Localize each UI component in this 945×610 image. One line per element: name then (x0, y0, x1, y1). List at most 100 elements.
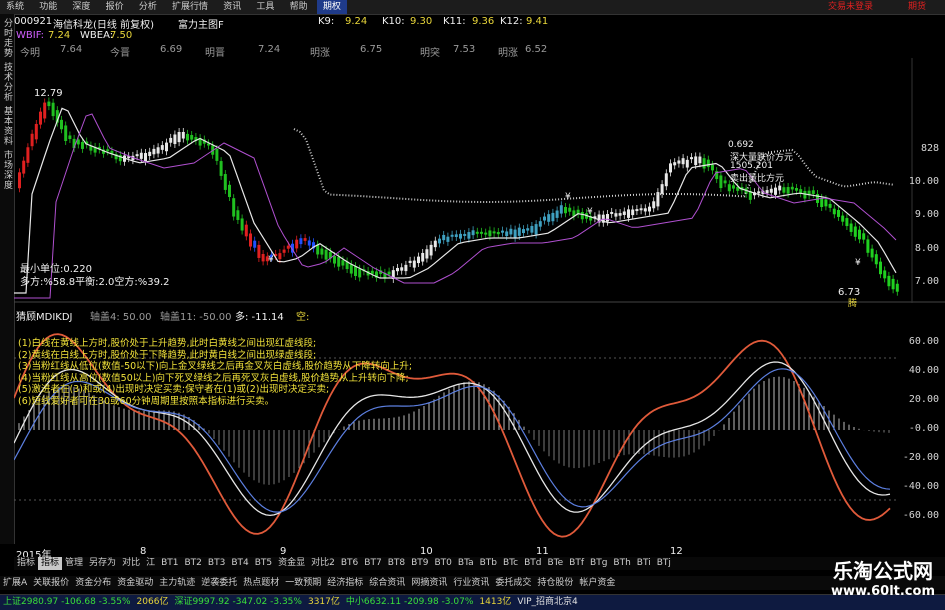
indicator-tab[interactable]: BT7 (361, 557, 384, 570)
candle (795, 187, 798, 191)
candle (215, 148, 219, 161)
candle (152, 148, 156, 155)
function-tab[interactable]: 逆袭委托 (198, 576, 240, 590)
function-tab[interactable]: 资金分布 (72, 576, 114, 590)
indicator-tab[interactable]: 资金显 (275, 557, 308, 570)
price-axis-7: 7.00 (914, 276, 939, 287)
indicator-tab[interactable]: BT3 (205, 557, 228, 570)
trade-login-status[interactable]: 交易未登录 (822, 0, 879, 14)
menu-item-futures[interactable]: 期货 (902, 0, 932, 14)
indicator-tab[interactable]: BT8 (385, 557, 408, 570)
function-tab[interactable]: 网摘资讯 (408, 576, 450, 590)
status-item: 3317亿 (307, 597, 340, 607)
indicator-tab[interactable]: BTj (654, 557, 674, 570)
function-tab[interactable]: 主力轨迹 (156, 576, 198, 590)
menu-item-options[interactable]: 期权 (316, 0, 347, 14)
price-axis-828: 828 (920, 143, 939, 154)
candle (354, 266, 357, 277)
menu-item-help[interactable]: 帮助 (284, 0, 314, 14)
note-5: (5)激进者在(3)和或(4)出现时决定买卖;保守者在(1)或(2)出现时决定买… (18, 384, 330, 396)
indicator-tab[interactable]: BT1 (158, 557, 181, 570)
function-tab[interactable]: 帐户资金 (576, 576, 618, 590)
indicator-tab[interactable]: BTi (634, 557, 654, 570)
candle (425, 249, 429, 259)
indicator-tab[interactable]: 江 (143, 557, 158, 570)
candle (156, 147, 160, 154)
row3-value-2: 7.24 (258, 44, 281, 55)
function-tab[interactable]: 一致预期 (282, 576, 324, 590)
candle (895, 283, 899, 292)
menu-item-tools[interactable]: 工具 (250, 0, 280, 14)
function-tab[interactable]: 经济指标 (324, 576, 366, 590)
candle (165, 142, 168, 152)
candle (702, 158, 706, 169)
indicator-tab[interactable]: 管理 (62, 557, 86, 570)
status-item: 1413亿 (479, 597, 512, 607)
menu-item-depth[interactable]: 深度 (66, 0, 96, 14)
candle (412, 260, 416, 268)
indicator-tab[interactable]: BTe (544, 557, 566, 570)
price-chart[interactable] (14, 58, 945, 303)
left-tab-intraday[interactable]: 分时走势 (1, 18, 14, 58)
note-3: (3)当粉红线从低位(数值-50以下)向上金叉绿线之后再金叉灰白虚线,股价趋势从… (18, 361, 413, 373)
menu-item-function[interactable]: 功能 (33, 0, 63, 14)
candle (169, 137, 173, 143)
left-tab-technical[interactable]: 技术分析 (1, 62, 14, 102)
indicator-tab[interactable]: BTd (521, 557, 544, 570)
indicator-tab[interactable]: BT5 (252, 557, 275, 570)
k11-label: K11: (443, 16, 466, 27)
menu-item-analysis[interactable]: 分析 (133, 0, 163, 14)
indicator-name: 富力主图F (178, 20, 224, 31)
note-2: (2)黄线在白线上方时,股价处于下降趋势,此时黄白线之间出现绿虚线段; (18, 349, 317, 361)
row3-label-3: 明涨 (310, 48, 330, 59)
candle (429, 244, 433, 256)
indicator-tab[interactable]: BTc (500, 557, 521, 570)
indicator-tab[interactable]: BTa (455, 557, 477, 570)
function-tab[interactable]: 委托成交 (492, 576, 534, 590)
indicator-tab[interactable]: BT0 (432, 557, 455, 570)
indicator-tab[interactable]: BTb (477, 557, 500, 570)
function-tab[interactable]: 热点题材 (240, 576, 282, 590)
menu-item-news[interactable]: 资讯 (217, 0, 247, 14)
stock-name: 海信科龙(日线 前复权) (53, 20, 154, 31)
candle (286, 245, 290, 249)
indicator-tab[interactable]: 另存为 (86, 557, 119, 570)
indicator-tab-row: 指标 指标 管理 另存为 对比江 BT1 BT2 BT3 BT4 BT5 资金显 对比2 BT6 BT7 B… (14, 557, 945, 570)
menu-item-system[interactable]: 系统 (0, 0, 30, 14)
function-tab[interactable]: 关联报价 (30, 576, 72, 590)
function-tab[interactable]: 行业资讯 (450, 576, 492, 590)
menu-item-ext-quote[interactable]: 扩展行情 (166, 0, 214, 14)
indicator-tab[interactable]: 指标 (38, 557, 63, 570)
left-tab-depth[interactable]: 市场深度 (1, 150, 14, 190)
indicator-tab[interactable]: BTh (610, 557, 633, 570)
menu-item-quote[interactable]: 报价 (100, 0, 130, 14)
function-tab[interactable]: 综合资讯 (366, 576, 408, 590)
function-tab[interactable]: 持仓股份 (534, 576, 576, 590)
indicator-tab[interactable]: BTf (566, 557, 587, 570)
indicator-tab[interactable]: BT2 (182, 557, 205, 570)
indicator-tab[interactable]: BT9 (408, 557, 431, 570)
candle (639, 208, 643, 211)
row3-label-2: 明晋 (205, 48, 225, 59)
osc-axis-minus40: -40.00 (902, 481, 939, 492)
candle (480, 231, 483, 234)
k12-value: 9.41 (526, 16, 549, 27)
function-tab[interactable]: 资金驱动 (114, 576, 156, 590)
candle (337, 256, 341, 267)
candle (824, 199, 828, 207)
watermark-title: 乐淘公式网 (832, 559, 933, 583)
function-tab[interactable]: 扩展A (0, 576, 30, 590)
candle (685, 159, 689, 168)
indicator-tab[interactable]: BTg (587, 557, 610, 570)
annot-c: 卖出量比方元 (730, 174, 785, 184)
indicator-tab[interactable]: 对比 (119, 557, 143, 570)
left-tab-fundamental[interactable]: 基本资料 (1, 106, 14, 146)
candle (559, 205, 563, 214)
indicator-tab[interactable]: BT6 (338, 557, 361, 570)
indicator-tab[interactable]: 指标 (14, 557, 38, 570)
high-price-label: 12.79 (34, 88, 63, 99)
k10-label: K10: (382, 16, 405, 27)
candle (635, 209, 639, 212)
indicator-tab[interactable]: 对比2 (308, 557, 338, 570)
indicator-tab[interactable]: BT4 (228, 557, 251, 570)
